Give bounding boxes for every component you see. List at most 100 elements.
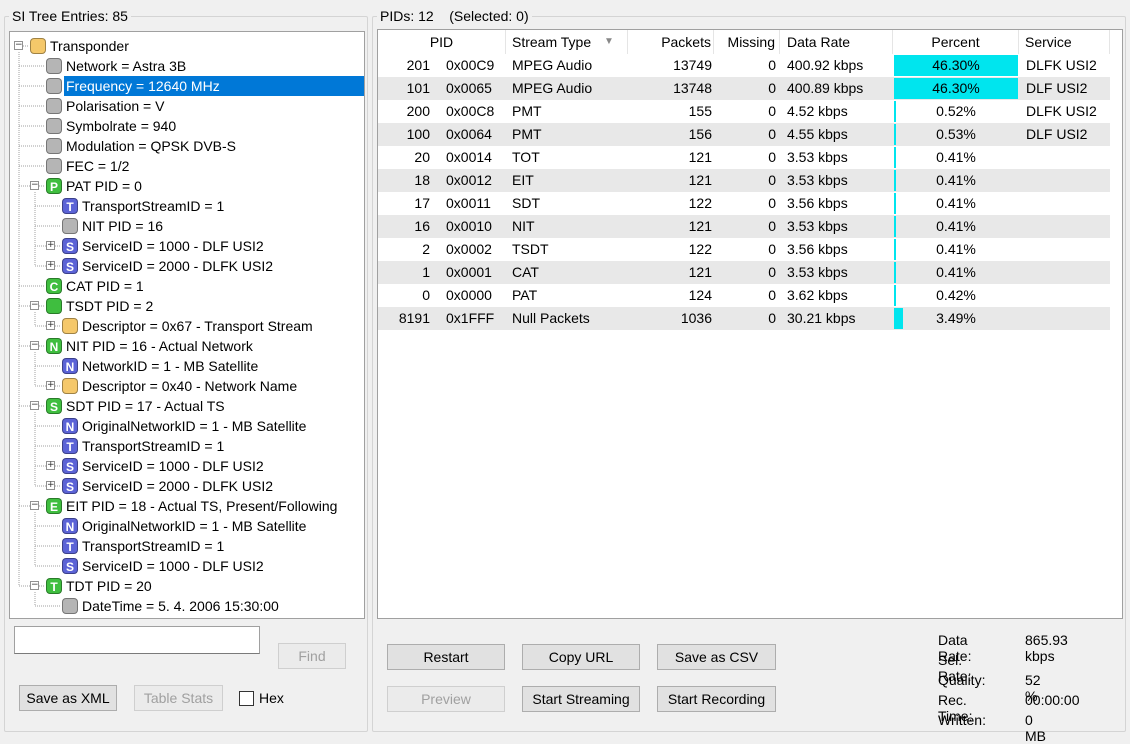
find-button[interactable]: Find [278, 643, 346, 669]
packets-cell: 155 [688, 103, 712, 119]
pid-row[interactable]: 17 0x0011 SDT 122 0 3.56 kbps 0.41% [378, 192, 1110, 215]
pid-cell: 200 [406, 103, 430, 119]
tree-node[interactable]: ServiceID = 1000 - DLF USI2 [80, 456, 364, 476]
tree-node[interactable]: NIT PID = 16 [80, 216, 364, 236]
expand-icon[interactable]: + [46, 481, 55, 490]
pid-list[interactable]: PID Stream Type ▼ Packets Missing Data R… [377, 29, 1123, 619]
pid-hex-cell: 0x0064 [446, 126, 492, 142]
pid-row[interactable]: 100 0x0064 PMT 156 0 4.55 kbps 0.53% DLF USI2 [378, 123, 1110, 146]
tree-node-label: FEC = 1/2 [66, 158, 130, 174]
stream-type-cell: PMT [512, 103, 542, 119]
tree-node-label: ServiceID = 2000 - DLFK USI2 [82, 478, 274, 494]
pid-row[interactable]: 0 0x0000 PAT 124 0 3.62 kbps 0.42% [378, 284, 1110, 307]
save-as-xml-button[interactable]: Save as XML [19, 685, 117, 711]
tree-node[interactable]: CAT PID = 1 [64, 276, 364, 296]
restart-button[interactable]: Restart [387, 644, 505, 670]
folder-icon [62, 378, 78, 394]
collapse-icon[interactable]: − [30, 581, 39, 590]
pid-cell: 8191 [398, 310, 430, 326]
tree-node[interactable]: PAT PID = 0 [64, 176, 364, 196]
si-tree-view[interactable]: Transponder − Network = Astra 3B Frequency … [9, 31, 365, 619]
pid-cell: 17 [414, 195, 430, 211]
tree-node[interactable]: NIT PID = 16 - Actual Network [64, 336, 364, 356]
tree-node[interactable]: TSDT PID = 2 [64, 296, 364, 316]
pid-row[interactable]: 101 0x0065 MPEG Audio 13748 0 400.89 kbps 46.3… [378, 77, 1110, 100]
percent-cell: 0.41% [936, 264, 976, 280]
pid-row[interactable]: 1 0x0001 CAT 121 0 3.53 kbps 0.41% [378, 261, 1110, 284]
pid-row[interactable]: 20 0x0014 TOT 121 0 3.53 kbps 0.41% [378, 146, 1110, 169]
expand-icon[interactable]: + [46, 461, 55, 470]
expand-icon[interactable]: + [46, 261, 55, 270]
pid-row[interactable]: 16 0x0010 NIT 121 0 3.53 kbps 0.41% [378, 215, 1110, 238]
data-rate-cell: 3.56 kbps [787, 241, 848, 257]
start-recording-button[interactable]: Start Recording [657, 686, 776, 712]
find-input[interactable] [14, 626, 260, 654]
col-header-packets[interactable]: Packets [628, 30, 714, 54]
tree-node[interactable]: OriginalNetworkID = 1 - MB Satellite [80, 416, 364, 436]
col-header-service[interactable]: Service [1019, 30, 1110, 54]
collapse-icon[interactable]: − [30, 501, 39, 510]
percent-cell: 46.30% [932, 80, 980, 96]
table-stats-button[interactable]: Table Stats [134, 685, 223, 711]
pid-row[interactable]: 2 0x0002 TSDT 122 0 3.56 kbps 0.41% [378, 238, 1110, 261]
table-icon: C [46, 278, 62, 294]
pid-cell: 201 [406, 57, 430, 73]
preview-button[interactable]: Preview [387, 686, 505, 712]
written-value: 0 MB [1025, 712, 1046, 744]
tree-node[interactable]: TransportStreamID = 1 [80, 196, 364, 216]
start-streaming-button[interactable]: Start Streaming [522, 686, 640, 712]
tree-node[interactable]: ServiceID = 1000 - DLF USI2 [80, 556, 364, 576]
tree-node[interactable]: OriginalNetworkID = 1 - MB Satellite [80, 516, 364, 536]
expand-icon[interactable]: + [46, 241, 55, 250]
tree-node[interactable]: TransportStreamID = 1 [80, 536, 364, 556]
pid-row[interactable]: 18 0x0012 EIT 121 0 3.53 kbps 0.41% [378, 169, 1110, 192]
tree-node[interactable]: Frequency = 12640 MHz [64, 76, 364, 96]
hex-checkbox[interactable] [239, 691, 254, 706]
tree-node[interactable]: TransportStreamID = 1 [80, 436, 364, 456]
save-as-csv-button[interactable]: Save as CSV [657, 644, 776, 670]
pid-row[interactable]: 201 0x00C9 MPEG Audio 13749 0 400.92 kbps 46.3… [378, 54, 1110, 77]
copy-url-button[interactable]: Copy URL [522, 644, 640, 670]
expand-icon[interactable]: + [46, 381, 55, 390]
col-header-percent[interactable]: Percent [893, 30, 1019, 54]
col-header-stream-type[interactable]: Stream Type ▼ [506, 30, 628, 54]
percent-cell: 0.52% [936, 103, 976, 119]
stream-type-cell: MPEG Audio [512, 80, 593, 96]
tree-node[interactable]: Network = Astra 3B [64, 56, 364, 76]
tree-node[interactable]: Descriptor = 0x67 - Transport Stream [80, 316, 364, 336]
tree-node[interactable]: ServiceID = 1000 - DLF USI2 [80, 236, 364, 256]
tree-node[interactable]: NetworkID = 1 - MB Satellite [80, 356, 364, 376]
tree-node[interactable]: Symbolrate = 940 [64, 116, 364, 136]
packets-cell: 122 [688, 195, 712, 211]
tree-node[interactable]: DateTime = 5. 4. 2006 15:30:00 [80, 596, 364, 616]
tree-node[interactable]: EIT PID = 18 - Actual TS, Present/Follow… [64, 496, 364, 516]
tree-node[interactable]: FEC = 1/2 [64, 156, 364, 176]
col-header-missing[interactable]: Missing [714, 30, 780, 54]
col-header-data-rate[interactable]: Data Rate [780, 30, 893, 54]
tree-node[interactable]: Modulation = QPSK DVB-S [64, 136, 364, 156]
collapse-icon[interactable]: − [30, 401, 39, 410]
data-rate-cell: 4.55 kbps [787, 126, 848, 142]
tree-node[interactable]: ServiceID = 2000 - DLFK USI2 [80, 256, 364, 276]
tree-node-label: NIT PID = 16 - Actual Network [66, 338, 253, 354]
tree-node[interactable]: Transponder [48, 36, 348, 56]
data-rate-cell: 4.52 kbps [787, 103, 848, 119]
data-rate-cell: 3.56 kbps [787, 195, 848, 211]
collapse-icon[interactable]: − [30, 181, 39, 190]
service-cell: DLF USI2 [1026, 126, 1088, 142]
tree-node[interactable]: SDT PID = 17 - Actual TS [64, 396, 364, 416]
expand-icon[interactable]: + [46, 321, 55, 330]
stream-type-cell: PAT [512, 287, 538, 303]
tree-node[interactable]: ServiceID = 2000 - DLFK USI2 [80, 476, 364, 496]
tree-node-label: ServiceID = 1000 - DLF USI2 [82, 458, 264, 474]
tree-node[interactable]: TDT PID = 20 [64, 576, 364, 596]
tree-node[interactable]: Descriptor = 0x40 - Network Name [80, 376, 364, 396]
pid-row[interactable]: 8191 0x1FFF Null Packets 1036 0 30.21 kbps 3.4… [378, 307, 1110, 330]
tree-node[interactable]: Polarisation = V [64, 96, 364, 116]
collapse-icon[interactable]: − [30, 301, 39, 310]
packets-cell: 13748 [673, 80, 712, 96]
pid-row[interactable]: 200 0x00C8 PMT 155 0 4.52 kbps 0.52% DLFK USI2 [378, 100, 1110, 123]
col-header-pid[interactable]: PID [378, 30, 506, 54]
collapse-icon[interactable]: − [30, 341, 39, 350]
collapse-icon[interactable]: − [14, 41, 23, 50]
